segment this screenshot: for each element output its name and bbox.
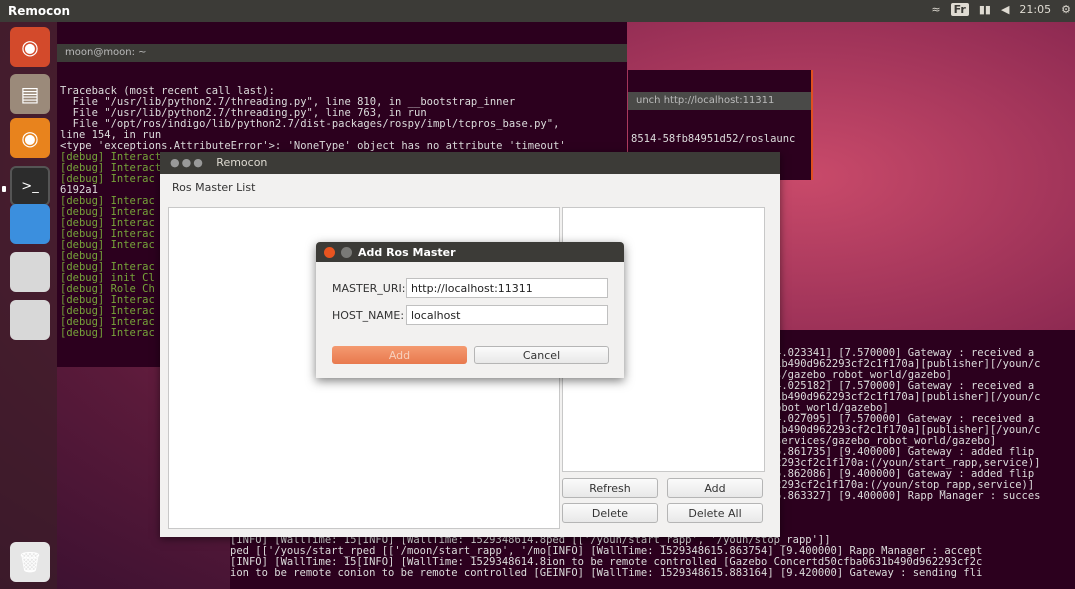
folder-icon[interactable] <box>10 204 50 244</box>
trash-icon[interactable]: 🗑 <box>10 542 50 582</box>
refresh-button[interactable]: Refresh <box>562 478 658 498</box>
host-name-input[interactable] <box>406 305 608 325</box>
delete-button[interactable]: Delete <box>562 503 658 523</box>
dialog-titlebar[interactable]: Add Ros Master <box>316 242 624 262</box>
delete-all-button[interactable]: Delete All <box>667 503 763 523</box>
volume-icon[interactable]: ◀ <box>1001 3 1009 16</box>
add-ros-master-dialog: Add Ros Master MASTER_URI: HOST_NAME: Ad… <box>316 242 624 378</box>
terminal-icon[interactable]: >_ <box>10 166 50 206</box>
window-title: Remocon <box>216 156 268 169</box>
terminal-output: [INFO] [WallTime: 15[INFO] [WallTime: 15… <box>230 535 982 579</box>
ubuntu-icon[interactable]: ◉ <box>10 27 50 67</box>
dialog-cancel-button[interactable]: Cancel <box>474 346 609 364</box>
launcher: ◉ ▤ ◉ >_ 🗑 <box>0 22 57 589</box>
battery-icon[interactable]: ▮▮ <box>979 3 991 16</box>
drive-icon[interactable] <box>10 252 50 292</box>
keyboard-indicator[interactable]: Fr <box>950 3 969 16</box>
system-tray: ≈ Fr ▮▮ ◀ 21:05 ⚙ <box>931 3 1071 16</box>
close-icon[interactable] <box>324 246 335 258</box>
files-icon[interactable]: ▤ <box>10 74 50 114</box>
terminal-line: ion to be remote conion to be remote con… <box>230 567 983 579</box>
app-title: Remocon <box>8 4 71 18</box>
gear-icon[interactable]: ⚙ <box>1061 3 1071 16</box>
host-name-label: HOST_NAME: <box>332 309 405 322</box>
running-indicator <box>2 186 6 192</box>
terminal-line: 8514-58fb84951d52/roslaunc <box>631 133 796 145</box>
terminal-title: unch http://localhost:11311 <box>628 92 811 110</box>
clock[interactable]: 21:05 <box>1019 3 1051 16</box>
window-controls[interactable]: ●●● <box>170 156 205 169</box>
drive-icon[interactable] <box>10 300 50 340</box>
add-button[interactable]: Add <box>667 478 763 498</box>
master-list-label: Ros Master List <box>172 181 256 194</box>
terminal-output: 4.023341] [7.570000] Gateway : received … <box>775 348 1041 502</box>
minimize-icon[interactable] <box>341 246 352 258</box>
terminal-title: moon@moon: ~ <box>57 44 627 62</box>
firefox-icon[interactable]: ◉ <box>10 118 50 158</box>
dialog-add-button[interactable]: Add <box>332 346 467 364</box>
window-titlebar[interactable]: ●●● Remocon <box>160 152 780 174</box>
terminal-line: 5.863327] [9.400000] Rapp Manager : succ… <box>775 490 1041 502</box>
wifi-icon[interactable]: ≈ <box>931 3 940 16</box>
master-uri-label: MASTER_URI: <box>332 282 406 295</box>
top-panel: Remocon ≈ Fr ▮▮ ◀ 21:05 ⚙ <box>0 0 1075 22</box>
dialog-title: Add Ros Master <box>358 245 456 259</box>
master-uri-input[interactable] <box>406 278 608 298</box>
